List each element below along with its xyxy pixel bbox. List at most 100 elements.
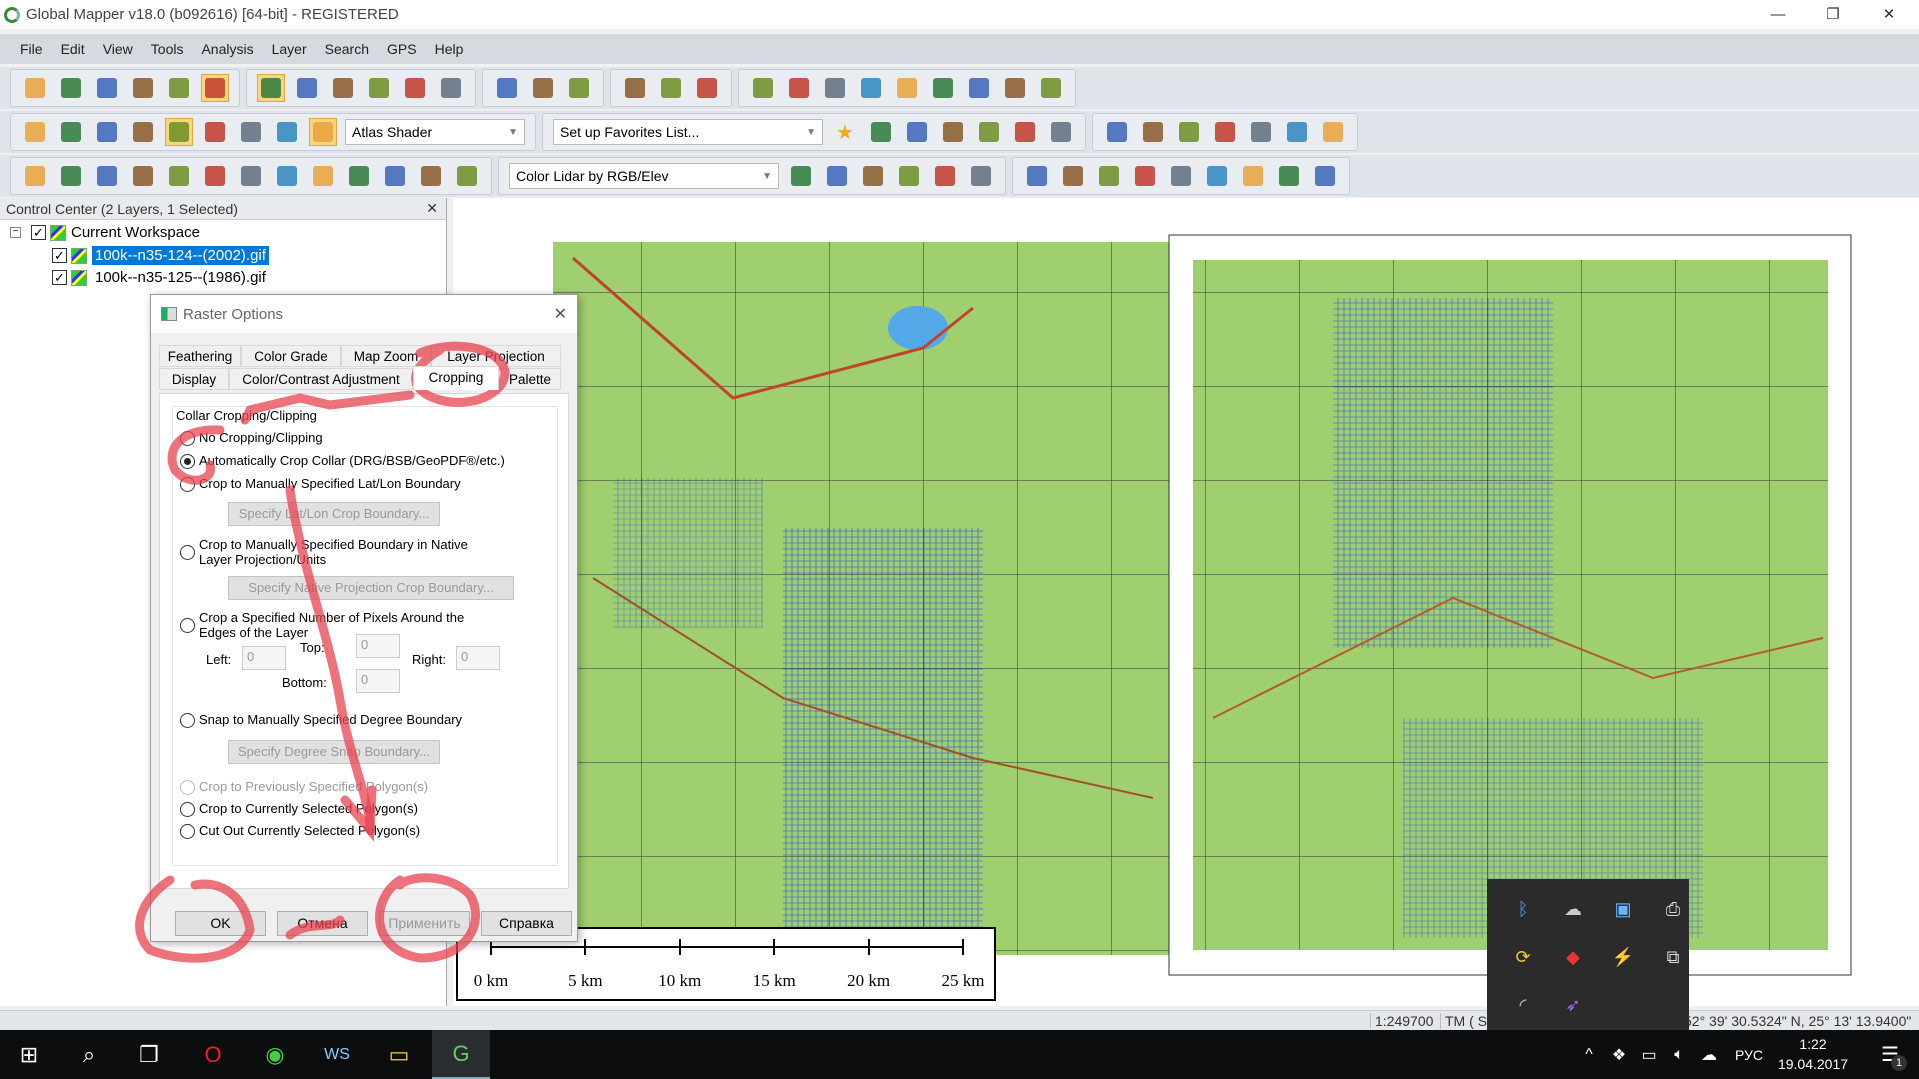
search-icon[interactable]: ⌕	[60, 1030, 118, 1079]
chevron-down-icon[interactable]: ▼	[806, 127, 816, 138]
tree-layer-1[interactable]: ✓ 100k--n35-124--(2002).gif	[52, 246, 269, 265]
app-orange-icon[interactable]: ⚡	[1603, 937, 1643, 977]
tab-cropping[interactable]: Cropping	[413, 366, 499, 390]
connect-icon[interactable]	[201, 162, 229, 190]
radio-circle[interactable]	[180, 477, 195, 492]
dots-icon[interactable]	[1275, 162, 1303, 190]
tree-layer-2[interactable]: ✓ 100k--n35-125--(1986).gif	[52, 268, 269, 287]
network-device-icon[interactable]: ⧉	[1653, 937, 1693, 977]
join-icon[interactable]	[273, 162, 301, 190]
watershed-icon[interactable]	[893, 74, 921, 102]
clock[interactable]: 1:22 19.04.2017	[1760, 1034, 1866, 1074]
radio-native-boundary[interactable]: Crop to Manually Specified Boundary in N…	[180, 537, 480, 567]
profile-icon[interactable]	[857, 74, 885, 102]
tab-feathering[interactable]: Feathering	[159, 345, 241, 367]
cursor-icon[interactable]	[57, 118, 85, 146]
tree-icon[interactable]	[1131, 162, 1159, 190]
back-arrow-icon[interactable]	[401, 74, 429, 102]
cut-fill-icon[interactable]	[965, 74, 993, 102]
sync-icon[interactable]: ⟳	[1503, 937, 1543, 977]
bluetooth-icon[interactable]: ᛒ	[1503, 889, 1543, 929]
save-icon[interactable]	[93, 74, 121, 102]
line-draw-icon[interactable]	[867, 118, 895, 146]
opera-icon[interactable]: O	[184, 1030, 242, 1079]
contour-icon[interactable]	[785, 74, 813, 102]
target-icon[interactable]	[1139, 118, 1167, 146]
scale-feature-icon[interactable]	[345, 162, 373, 190]
radio-circle[interactable]	[180, 824, 195, 839]
pin-icon[interactable]	[1211, 118, 1239, 146]
chevron-down-icon[interactable]: ▼	[508, 127, 518, 138]
maximize-button[interactable]: ❐	[1810, 0, 1856, 29]
lidar-edit-icon[interactable]	[967, 162, 995, 190]
powerline-icon[interactable]	[1203, 162, 1231, 190]
delete-x-icon[interactable]	[565, 74, 593, 102]
cloud-icon[interactable]: ☁	[1553, 889, 1593, 929]
shader-combo[interactable]: Atlas Shader ▼	[345, 119, 525, 145]
lidar-settings-icon[interactable]	[859, 162, 887, 190]
lidar-pen-icon[interactable]	[1311, 162, 1339, 190]
move-icon[interactable]	[21, 162, 49, 190]
right-input[interactable]: 0	[456, 646, 500, 670]
panel-icon[interactable]	[21, 118, 49, 146]
home-icon[interactable]	[437, 74, 465, 102]
view-shed-icon[interactable]	[821, 74, 849, 102]
radio-cut-out-polygon[interactable]: Cut Out Currently Selected Polygon(s)	[180, 823, 420, 839]
split-icon[interactable]	[93, 118, 121, 146]
webstorm-icon[interactable]: WS	[308, 1030, 366, 1079]
task-view-icon[interactable]: ❐	[120, 1030, 178, 1079]
top-input[interactable]: 0	[356, 634, 400, 658]
copy-icon[interactable]	[381, 162, 409, 190]
minimize-button[interactable]: —	[1755, 0, 1801, 29]
lidar-ground-icon[interactable]	[823, 162, 851, 190]
filter-icon[interactable]	[931, 162, 959, 190]
usb-device-icon[interactable]: ⎙	[1653, 889, 1693, 929]
tab-layer-projection[interactable]: Layer Projection	[431, 345, 561, 367]
star-icon[interactable]: ★	[831, 118, 859, 146]
bush-icon[interactable]	[1095, 162, 1123, 190]
radio-circle[interactable]	[180, 431, 195, 446]
shader-icon[interactable]	[309, 118, 337, 146]
radio-circle[interactable]	[180, 454, 195, 469]
zoom-tool-icon[interactable]	[257, 74, 285, 102]
bottom-input[interactable]: 0	[356, 669, 400, 693]
file-explorer-icon[interactable]: ▭	[370, 1030, 428, 1079]
vertex-icon[interactable]	[93, 162, 121, 190]
pan-hand-icon[interactable]	[293, 74, 321, 102]
mountain-icon[interactable]	[1023, 162, 1051, 190]
radio-pixel-crop[interactable]: Crop a Specified Number of Pixels Around…	[180, 610, 480, 640]
edit-line2-icon[interactable]	[1319, 118, 1347, 146]
rotate-feature-icon[interactable]	[309, 162, 337, 190]
pencil-icon[interactable]	[493, 74, 521, 102]
menu-edit[interactable]: Edit	[61, 41, 85, 57]
lidar-color-combo[interactable]: Color Lidar by RGB/Elev ▼	[509, 163, 779, 189]
transparency-icon[interactable]	[165, 118, 193, 146]
edit-line-icon[interactable]	[1283, 118, 1311, 146]
chevron-down-icon[interactable]: ▼	[762, 171, 772, 182]
feather-icon[interactable]: ➶	[1553, 985, 1593, 1025]
tree-workspace[interactable]: − ✓ Current Workspace	[10, 224, 200, 241]
radio-circle[interactable]	[180, 713, 195, 728]
favorites-combo[interactable]: Set up Favorites List... ▼	[553, 119, 823, 145]
dialog-close-button[interactable]: ✕	[554, 304, 567, 324]
cancel-button[interactable]: Отмена	[277, 911, 368, 936]
start-button-icon[interactable]: ⊞	[0, 1030, 58, 1079]
zoom-in-icon[interactable]	[329, 74, 357, 102]
radio-selected-polygon[interactable]: Crop to Currently Selected Polygon(s)	[180, 801, 418, 817]
3d-icon[interactable]	[129, 118, 157, 146]
global-mapper-taskbar-icon[interactable]: G	[432, 1030, 490, 1079]
globe-icon[interactable]	[57, 74, 85, 102]
point-draw-icon[interactable]	[1011, 118, 1039, 146]
app-window-icon[interactable]: ▣	[1603, 889, 1643, 929]
measure-icon[interactable]	[1103, 118, 1131, 146]
ok-button[interactable]: OK	[175, 911, 266, 936]
tools-cross-icon[interactable]	[1037, 74, 1065, 102]
ruler-icon[interactable]	[621, 74, 649, 102]
area-icon[interactable]	[1247, 118, 1275, 146]
menu-tools[interactable]: Tools	[151, 41, 184, 57]
wifi-icon[interactable]: ◜	[1503, 985, 1543, 1025]
lidar-noise-icon[interactable]	[895, 162, 923, 190]
water-level2-icon[interactable]	[237, 118, 265, 146]
freehand-icon[interactable]	[939, 118, 967, 146]
menu-analysis[interactable]: Analysis	[201, 41, 253, 57]
